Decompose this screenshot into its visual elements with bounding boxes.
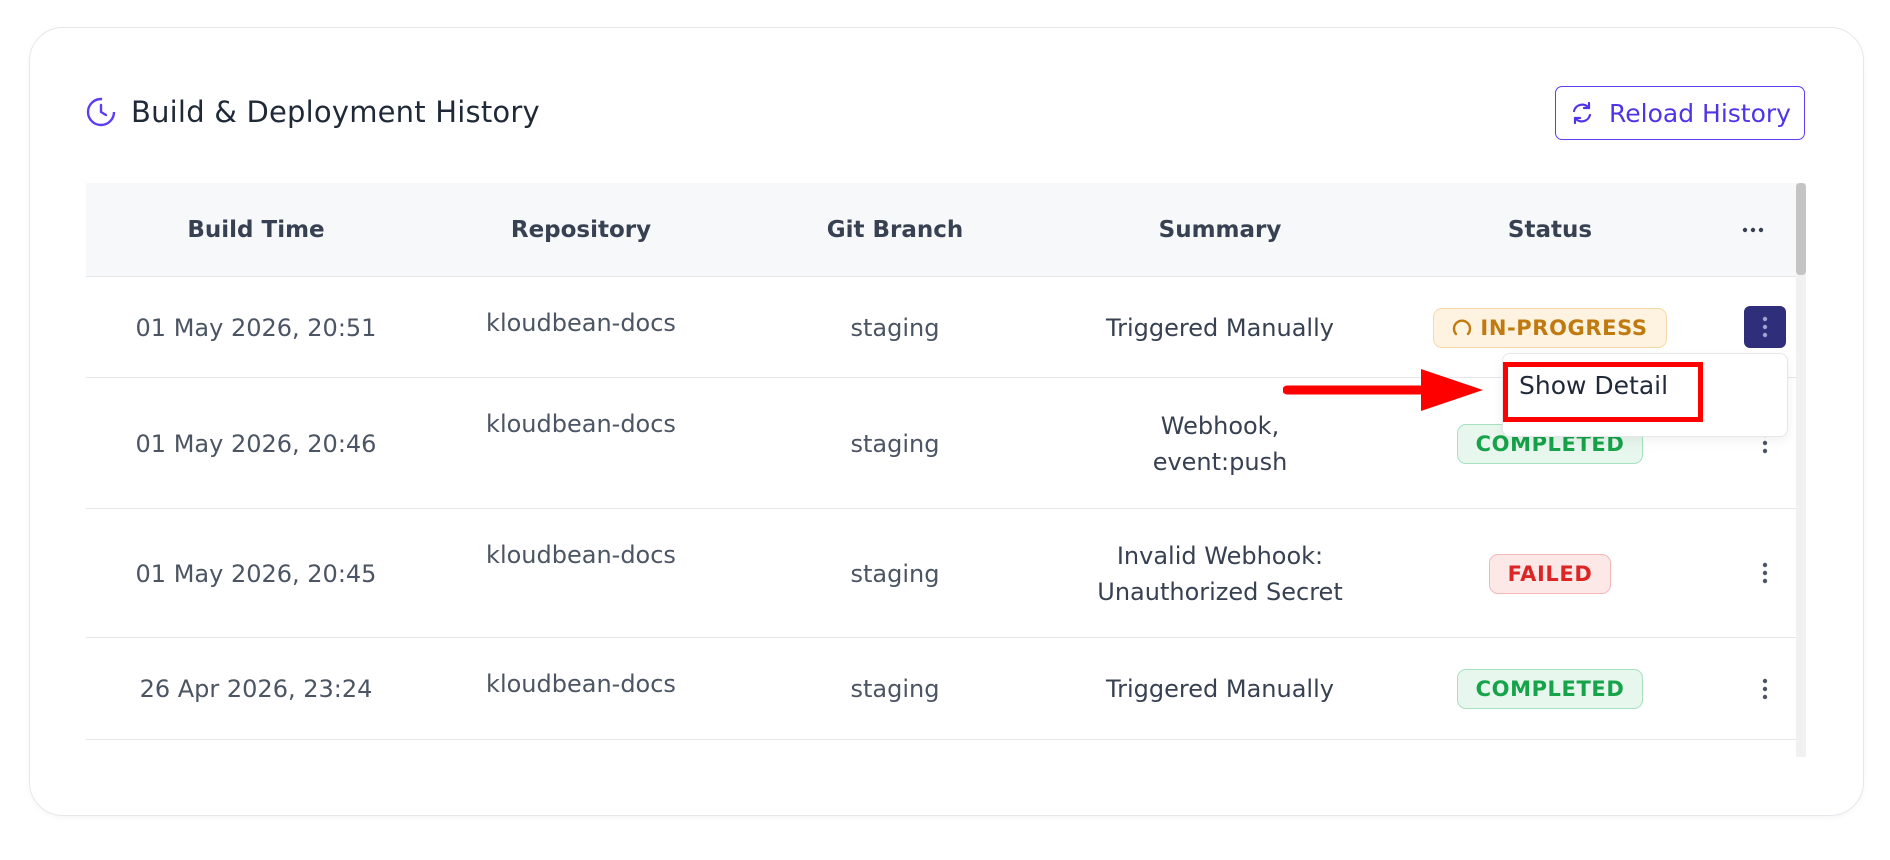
repository: kloudbean-docs (486, 410, 676, 438)
table-row: 26 Apr 2026, 23:24 kloudbean-docs stagin… (86, 638, 1796, 740)
kebab-icon (1762, 562, 1768, 584)
reload-history-label: Reload History (1609, 98, 1791, 128)
row-actions-button[interactable] (1744, 668, 1786, 710)
refresh-icon (1572, 101, 1592, 125)
build-time: 01 May 2026, 20:45 (135, 559, 377, 588)
status-badge: COMPLETED (1456, 669, 1644, 709)
summary-line: Invalid Webhook: (1116, 541, 1324, 570)
column-header-repository: Repository (510, 217, 652, 243)
build-time: 01 May 2026, 20:46 (135, 429, 377, 458)
scrollbar-thumb[interactable] (1796, 183, 1806, 275)
status-badge: IN-PROGRESS (1433, 307, 1667, 348)
git-branch: staging (850, 559, 940, 588)
card-header: Build & Deployment History (85, 95, 540, 129)
repository: kloudbean-docs (486, 670, 676, 698)
column-header-summary: Summary (1158, 217, 1282, 243)
git-branch: staging (850, 675, 940, 703)
history-table: Build Time Repository Git Branch Summary… (86, 183, 1796, 761)
summary-line: Webhook, (1160, 411, 1280, 440)
row-actions-button[interactable] (1744, 552, 1786, 594)
column-header-git-branch: Git Branch (826, 217, 964, 243)
summary-line: event:push (1152, 447, 1288, 476)
repository: kloudbean-docs (486, 541, 676, 569)
build-time: 26 Apr 2026, 23:24 (139, 675, 373, 703)
status-cell: COMPLETED (1425, 638, 1675, 740)
summary-line: Unauthorized Secret (1097, 577, 1343, 606)
status-text: IN-PROGRESS (1480, 315, 1648, 340)
status-badge: FAILED (1488, 553, 1612, 594)
summary: Invalid Webhook: Unauthorized Secret (1090, 509, 1350, 638)
status-cell: FAILED (1425, 509, 1675, 638)
spinner-icon (1453, 319, 1472, 335)
summary-line: Triggered Manually (1106, 313, 1334, 342)
column-header-status: Status (1507, 217, 1593, 243)
table-header: Build Time Repository Git Branch Summary… (86, 183, 1796, 277)
column-options-icon[interactable] (1731, 183, 1775, 277)
page-title: Build & Deployment History (131, 95, 540, 129)
row-actions-menu: Show Detail (1502, 353, 1788, 437)
kebab-icon (1762, 678, 1768, 700)
clock-history-icon (86, 97, 116, 127)
annotation-arrow-icon (1283, 369, 1483, 411)
git-branch: staging (850, 313, 940, 342)
summary: Triggered Manually (1090, 638, 1350, 740)
table-row: 01 May 2026, 20:45 kloudbean-docs stagin… (86, 509, 1796, 638)
summary-line: Triggered Manually (1106, 675, 1334, 703)
reload-history-button[interactable]: Reload History (1555, 86, 1805, 140)
row-actions-button[interactable] (1744, 306, 1786, 348)
kebab-icon (1762, 316, 1768, 338)
git-branch: staging (850, 429, 940, 458)
show-detail-menu-item[interactable]: Show Detail (1519, 371, 1668, 400)
repository: kloudbean-docs (486, 309, 676, 337)
summary: Triggered Manually (1090, 277, 1350, 378)
column-header-build-time: Build Time (187, 217, 325, 243)
build-time: 01 May 2026, 20:51 (135, 313, 377, 342)
